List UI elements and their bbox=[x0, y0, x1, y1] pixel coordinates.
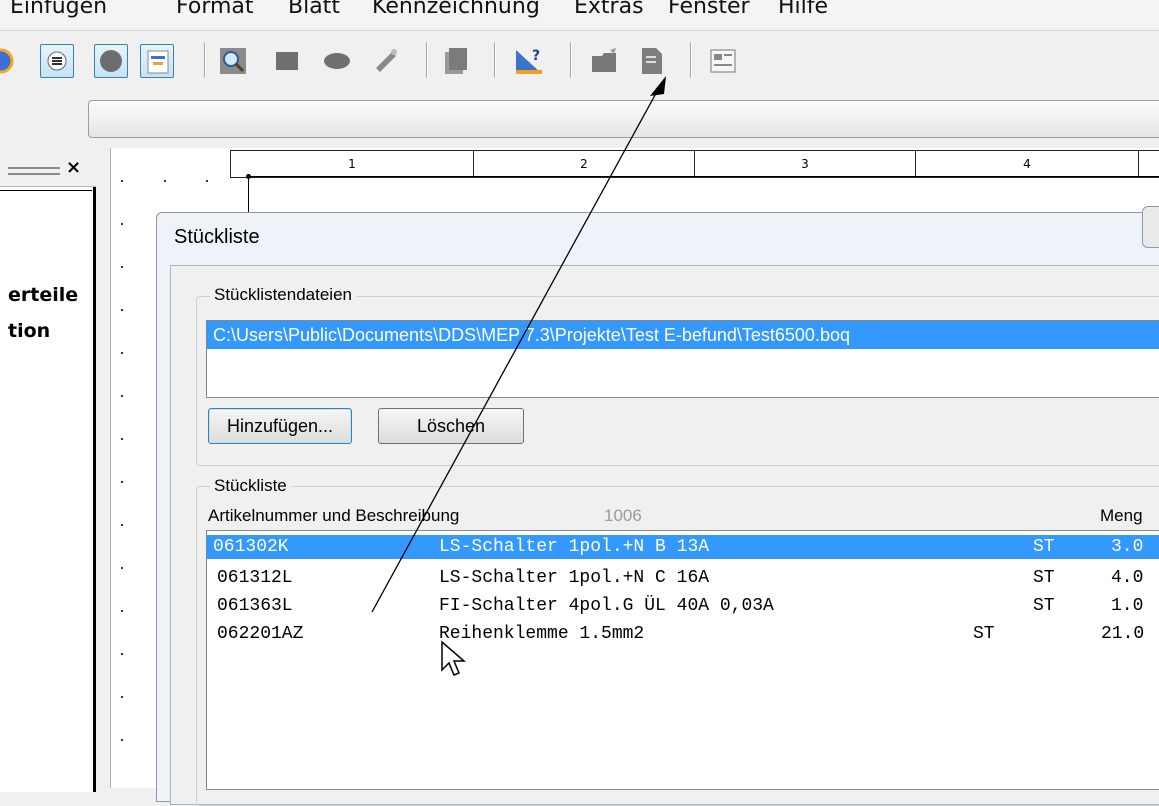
row-article: 061302K bbox=[213, 537, 289, 557]
ruler-cell: 1 bbox=[231, 151, 474, 177]
menu-kennzeichnung[interactable]: Kennzeichnung bbox=[372, 0, 540, 19]
grid-dot bbox=[121, 653, 123, 655]
open-folder-icon[interactable] bbox=[588, 44, 622, 78]
toolbar-separator bbox=[570, 42, 571, 78]
ruler-cell: 4 bbox=[916, 151, 1139, 177]
toolbar-separator bbox=[690, 42, 691, 78]
grid-dot bbox=[121, 524, 123, 526]
parts-group-label: Stückliste bbox=[210, 476, 291, 496]
parts-list-row[interactable]: 062201AZ Reihenklemme 1.5mm2 ST 21.0 bbox=[207, 622, 1159, 646]
parts-list-row[interactable]: 061302K LS-Schalter 1pol.+N B 13A ST 3.0 bbox=[207, 535, 1159, 559]
left-panel bbox=[0, 152, 96, 792]
document-stack-icon[interactable] bbox=[438, 44, 472, 78]
toolbar-separator bbox=[494, 42, 495, 78]
grid-dot bbox=[121, 266, 123, 268]
list-view-icon[interactable] bbox=[40, 44, 74, 78]
grid-dot bbox=[121, 567, 123, 569]
row-article: 062201AZ bbox=[217, 624, 304, 644]
ruler-cell: 2 bbox=[474, 151, 695, 177]
row-unit: ST bbox=[1033, 596, 1055, 616]
row-description: Reihenklemme 1.5mm2 bbox=[439, 624, 645, 644]
grid-dot bbox=[121, 438, 123, 440]
menu-fenster[interactable]: Fenster bbox=[668, 0, 750, 19]
file-list-item[interactable]: C:\Users\Public\Documents\DDS\MEP 7.3\Pr… bbox=[207, 321, 1159, 349]
menu-divider bbox=[0, 30, 1159, 31]
add-file-button[interactable]: Hinzufügen... bbox=[208, 408, 352, 444]
grid-dot bbox=[121, 309, 123, 311]
toolbar-separator bbox=[426, 42, 427, 78]
properties-icon[interactable] bbox=[706, 44, 740, 78]
left-panel-header bbox=[0, 152, 96, 187]
panel-item-text[interactable]: erteile bbox=[8, 284, 78, 306]
menu-bar: Einfügen Format Blatt Kennzeichnung Extr… bbox=[0, 0, 1159, 28]
column-header-article[interactable]: Artikelnummer und Beschreibung bbox=[208, 506, 459, 526]
grid-dot bbox=[121, 352, 123, 354]
row-article: 061312L bbox=[217, 568, 293, 588]
drawing-frame-line bbox=[248, 176, 249, 216]
dialog-close-button[interactable] bbox=[1142, 206, 1159, 248]
drawing-frame-line bbox=[248, 176, 1159, 177]
row-description: LS-Schalter 1pol.+N C 16A bbox=[439, 568, 710, 588]
delete-file-button[interactable]: Löschen bbox=[378, 408, 524, 444]
row-description: LS-Schalter 1pol.+N B 13A bbox=[439, 537, 710, 557]
panel-close-icon[interactable]: × bbox=[66, 157, 81, 178]
ellipse-tool-icon[interactable] bbox=[320, 44, 354, 78]
row-unit: ST bbox=[1033, 537, 1055, 557]
frame-corner-point bbox=[246, 174, 251, 179]
row-quantity: 3.0 bbox=[1111, 537, 1144, 557]
svg-text:?: ? bbox=[532, 48, 540, 64]
panel-item-text[interactable]: tion bbox=[8, 320, 50, 342]
files-group-label: Stücklistendateien bbox=[210, 285, 356, 305]
address-bar[interactable] bbox=[88, 100, 1159, 138]
mouse-cursor-icon bbox=[441, 640, 467, 676]
column-header-number: 1006 bbox=[604, 506, 642, 525]
ruler-cell: 3 bbox=[695, 151, 916, 177]
row-description: FI-Schalter 4pol.G ÜL 40A 0,03A bbox=[439, 596, 774, 616]
grid-dot bbox=[121, 739, 123, 741]
grid-dot bbox=[121, 696, 123, 698]
grid-dot bbox=[206, 180, 208, 182]
panel-grip[interactable] bbox=[8, 167, 60, 169]
parts-list-row[interactable]: 061312L LS-Schalter 1pol.+N C 16A ST 4.0 bbox=[207, 566, 1159, 590]
panel-grip[interactable] bbox=[8, 173, 60, 175]
rectangle-tool-icon[interactable] bbox=[270, 44, 304, 78]
globe-icon[interactable] bbox=[0, 44, 18, 78]
zoom-icon[interactable] bbox=[216, 44, 250, 78]
toolbar-separator bbox=[204, 42, 205, 78]
parts-list-row[interactable]: 061363L FI-Schalter 4pol.G ÜL 40A 0,03A … bbox=[207, 594, 1159, 618]
grid-dot bbox=[121, 180, 123, 182]
row-unit: ST bbox=[1033, 568, 1055, 588]
grid-dot bbox=[121, 610, 123, 612]
tree-view-icon[interactable] bbox=[140, 44, 174, 78]
row-quantity: 4.0 bbox=[1111, 568, 1144, 588]
grid-dot bbox=[121, 223, 123, 225]
column-header-quantity[interactable]: Meng bbox=[1100, 506, 1143, 526]
toolbar: ? bbox=[0, 36, 1159, 86]
row-quantity: 21.0 bbox=[1101, 624, 1145, 644]
grid-dot bbox=[121, 395, 123, 397]
row-article: 061363L bbox=[217, 596, 293, 616]
measure-help-icon[interactable]: ? bbox=[512, 44, 546, 78]
grid-dot bbox=[164, 180, 166, 182]
menu-blatt[interactable]: Blatt bbox=[288, 0, 340, 19]
row-quantity: 1.0 bbox=[1111, 596, 1144, 616]
grid-dot bbox=[121, 481, 123, 483]
menu-extras[interactable]: Extras bbox=[574, 0, 644, 19]
wand-icon[interactable] bbox=[370, 44, 404, 78]
menu-format[interactable]: Format bbox=[176, 0, 254, 19]
row-unit: ST bbox=[973, 624, 995, 644]
menu-einfuegen[interactable]: Einfügen bbox=[10, 0, 107, 19]
circle-tool-icon[interactable] bbox=[94, 44, 128, 78]
sheet-ruler: 1 2 3 4 bbox=[230, 150, 1159, 178]
menu-hilfe[interactable]: Hilfe bbox=[778, 0, 828, 19]
panel-divider bbox=[0, 190, 92, 191]
dialog-title: Stückliste bbox=[174, 226, 260, 248]
document-icon[interactable] bbox=[634, 44, 668, 78]
